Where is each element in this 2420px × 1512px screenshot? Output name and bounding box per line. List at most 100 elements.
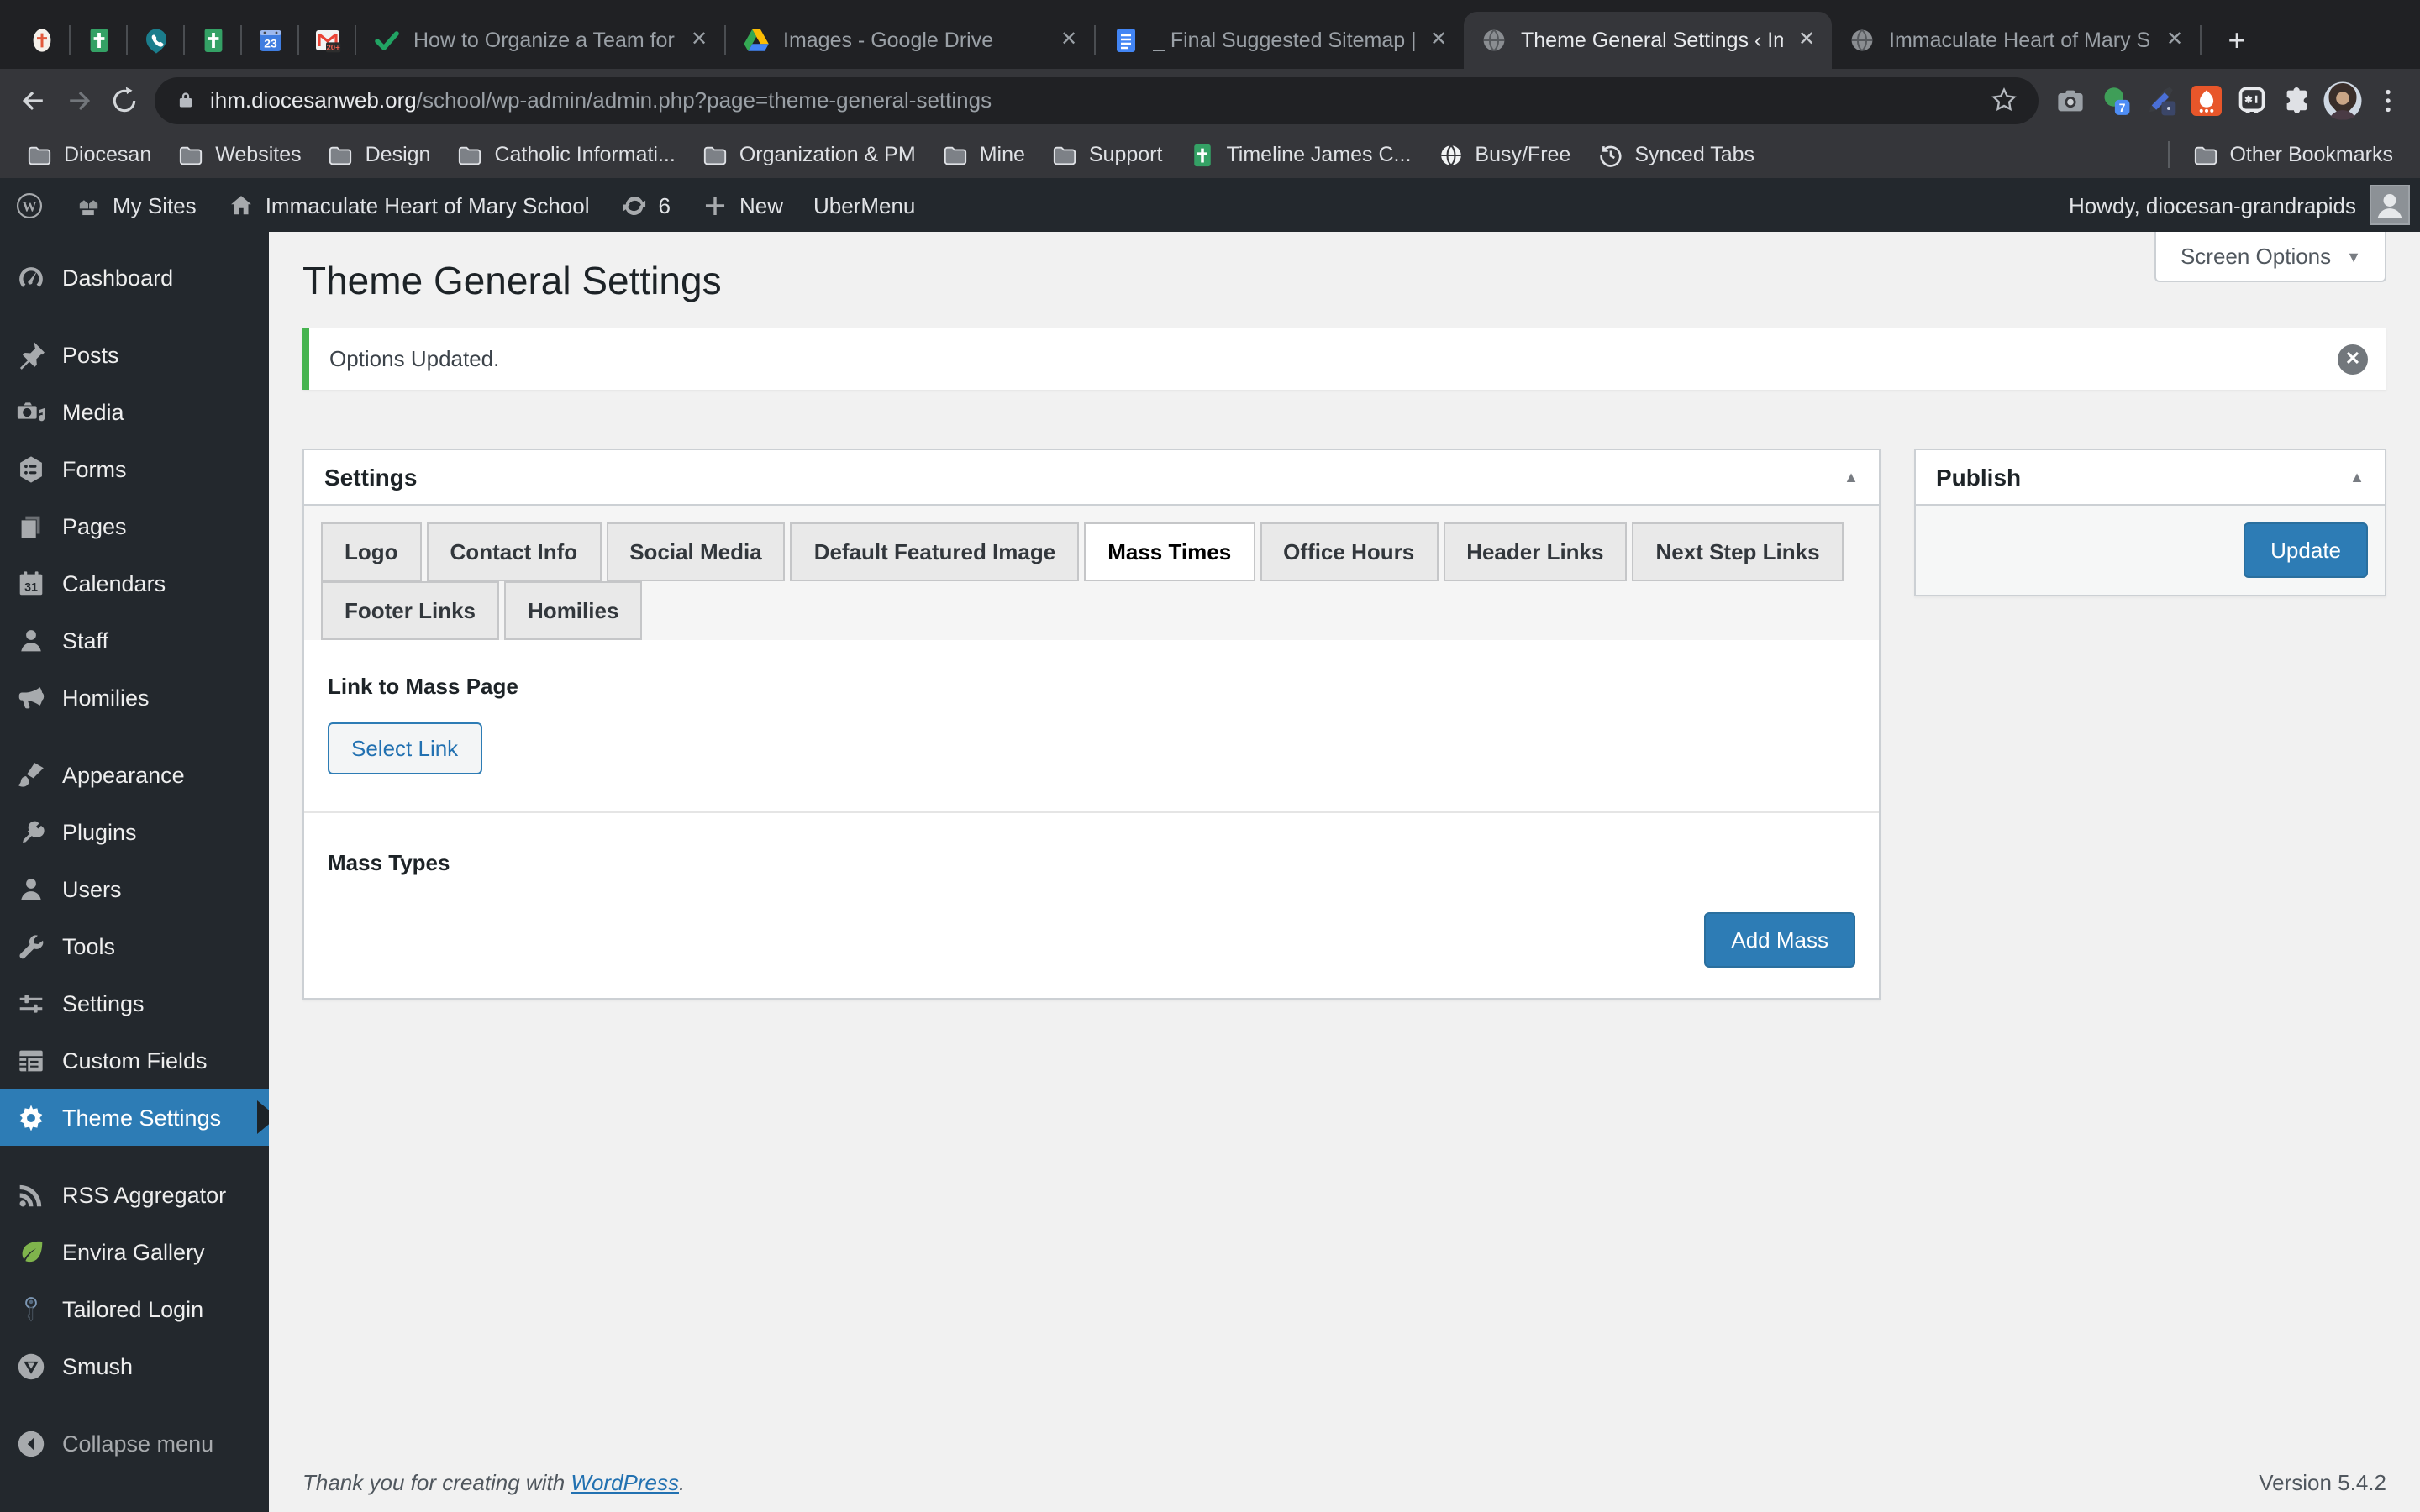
extensions-menu-button[interactable] (2274, 77, 2319, 123)
wordpress-link[interactable]: WordPress (571, 1470, 679, 1495)
settings-tab-homilies[interactable]: Homilies (504, 581, 643, 640)
sidebar-item-plugins[interactable]: Plugins (0, 803, 269, 860)
add-mass-button[interactable]: Add Mass (1704, 912, 1855, 968)
sidebar-item-theme-settings[interactable]: Theme Settings (0, 1089, 269, 1146)
updates-menu[interactable]: 6 (605, 178, 686, 232)
other-bookmarks[interactable]: Other Bookmarks (2179, 136, 2407, 173)
sidebar-item-label: Appearance (62, 762, 185, 787)
sidebar-item-staff[interactable]: Staff (0, 612, 269, 669)
browser-tab[interactable]: Immaculate Heart of Mary S ✕ (1832, 12, 2200, 69)
sidebar-item-homilies[interactable]: Homilies (0, 669, 269, 726)
new-content-menu[interactable]: New (686, 178, 798, 232)
pinned-tab[interactable]: 20+ (299, 12, 355, 69)
browser-tab[interactable]: How to Organize a Team for ✕ (356, 12, 724, 69)
pinned-tab[interactable] (13, 12, 69, 69)
settings-tab-mass-times[interactable]: Mass Times (1084, 522, 1255, 581)
browser-tab[interactable]: Theme General Settings ‹ Im ✕ (1464, 12, 1832, 69)
address-bar[interactable]: ihm.diocesanweb.org/school/wp-admin/admi… (155, 76, 2039, 123)
sidebar-item-smush[interactable]: Smush (0, 1337, 269, 1394)
publish-metabox-header[interactable]: Publish ▲ (1916, 450, 2385, 506)
new-tab-button[interactable]: + (2213, 17, 2260, 64)
settings-tab-contact-info[interactable]: Contact Info (426, 522, 602, 581)
eyedropper-extension-button[interactable] (2138, 77, 2183, 123)
bookmark-item[interactable]: Busy/Free (1424, 136, 1584, 173)
sidebar-item-posts[interactable]: Posts (0, 326, 269, 383)
drive-icon (743, 27, 770, 54)
settings-tabs: Logo Contact Info Social Media Default Feat… (304, 506, 1879, 640)
bookmark-star-icon[interactable] (1990, 86, 2018, 114)
workspace: Dashboard Posts Media Forms Pages 31 Calendars… (0, 232, 2420, 1512)
sidebar-item-rss-aggregator[interactable]: RSS Aggregator (0, 1166, 269, 1223)
sidebar-item-dashboard[interactable]: Dashboard (0, 249, 269, 306)
select-link-button[interactable]: Select Link (328, 722, 482, 774)
collapse-toggle-icon[interactable]: ▲ (1844, 469, 1859, 486)
sidebar-item-settings[interactable]: Settings (0, 974, 269, 1032)
tab-close-icon[interactable]: ✕ (2161, 27, 2188, 54)
pinned-tab[interactable] (185, 12, 240, 69)
bookmark-item[interactable]: Support (1039, 136, 1176, 173)
bookmark-item[interactable]: Synced Tabs (1584, 136, 1768, 173)
settings-metabox-header[interactable]: Settings ▲ (304, 450, 1879, 506)
reload-button[interactable] (101, 77, 146, 123)
pinned-tab[interactable] (128, 12, 183, 69)
settings-tab-next-step-links[interactable]: Next Step Links (1632, 522, 1844, 581)
bookmark-item[interactable]: Websites (165, 136, 314, 173)
profile-avatar-button[interactable] (2319, 77, 2365, 123)
site-name-menu[interactable]: Immaculate Heart of Mary School (212, 178, 605, 232)
sidebar-item-custom-fields[interactable]: Custom Fields (0, 1032, 269, 1089)
my-sites-menu[interactable]: My Sites (59, 178, 212, 232)
bookmark-item[interactable]: Design (315, 136, 445, 173)
bookmark-item[interactable]: Mine (929, 136, 1039, 173)
admin-bar-account[interactable]: Howdy, diocesan-grandrapids (2069, 185, 2420, 225)
pinned-tab[interactable] (71, 12, 126, 69)
sidebar-item-forms[interactable]: Forms (0, 440, 269, 497)
bookmark-item[interactable]: Organization & PM (689, 136, 929, 173)
ubermenu-menu[interactable]: UberMenu (798, 178, 930, 232)
settings-tab-default-featured-image[interactable]: Default Featured Image (790, 522, 1080, 581)
sidebar-item-envira-gallery[interactable]: Envira Gallery (0, 1223, 269, 1280)
sidebar-item-appearance[interactable]: Appearance (0, 746, 269, 803)
settings-tab-logo[interactable]: Logo (321, 522, 422, 581)
browser-tab[interactable]: Images - Google Drive ✕ (726, 12, 1094, 69)
dismiss-notice-icon[interactable]: ✕ (2338, 344, 2368, 374)
flame-extension-button[interactable] (2183, 77, 2228, 123)
pinned-tab[interactable]: 23 (242, 12, 297, 69)
bookmark-item[interactable]: Diocesan (13, 136, 165, 173)
screen-options-button[interactable]: Screen Options ▼ (2154, 232, 2386, 282)
bookmark-item[interactable]: Catholic Informati... (444, 136, 688, 173)
settings-tab-footer-links[interactable]: Footer Links (321, 581, 500, 640)
sidebar-item-label: Plugins (62, 819, 137, 844)
bookmarks-divider (2167, 141, 2170, 168)
other-bookmarks-area: Other Bookmarks (2157, 136, 2407, 173)
tab-close-icon[interactable]: ✕ (1425, 27, 1452, 54)
sidebar-item-pages[interactable]: Pages (0, 497, 269, 554)
back-button[interactable] (10, 77, 55, 123)
pushpin-icon (15, 339, 47, 370)
publish-body: Update (1916, 506, 2385, 595)
tab-close-icon[interactable]: ✕ (1055, 27, 1082, 54)
sidebar-item-tools[interactable]: Tools (0, 917, 269, 974)
footer-thanks-text: Thank you for creating with (302, 1470, 571, 1495)
sidebar-item-users[interactable]: Users (0, 860, 269, 917)
browser-tab[interactable]: _ Final Suggested Sitemap | ✕ (1096, 12, 1464, 69)
settings-tab-header-links[interactable]: Header Links (1443, 522, 1628, 581)
settings-tab-office-hours[interactable]: Office Hours (1260, 522, 1439, 581)
plus-icon (701, 191, 729, 219)
sidebar-item-tailored-login[interactable]: Tailored Login (0, 1280, 269, 1337)
password-vault-extension-button[interactable] (2228, 77, 2274, 123)
sidebar-item-label: Tools (62, 933, 116, 958)
sidebar-item-calendars[interactable]: 31 Calendars (0, 554, 269, 612)
tab-close-icon[interactable]: ✕ (686, 27, 713, 54)
collapse-toggle-icon[interactable]: ▲ (2349, 469, 2365, 486)
sidebar-item-collapse-menu[interactable]: Collapse menu (0, 1415, 269, 1472)
update-button[interactable]: Update (2244, 522, 2368, 578)
bookmark-item[interactable]: Timeline James C... (1176, 136, 1424, 173)
settings-tab-social-media[interactable]: Social Media (606, 522, 786, 581)
counter-extension-button[interactable]: 7 (2092, 77, 2138, 123)
forward-button[interactable] (55, 77, 101, 123)
wp-logo-menu[interactable]: W (0, 178, 59, 232)
sidebar-item-media[interactable]: Media (0, 383, 269, 440)
chrome-menu-button[interactable] (2365, 77, 2410, 123)
tab-close-icon[interactable]: ✕ (1793, 27, 1820, 54)
screenshot-extension-button[interactable] (2047, 77, 2092, 123)
